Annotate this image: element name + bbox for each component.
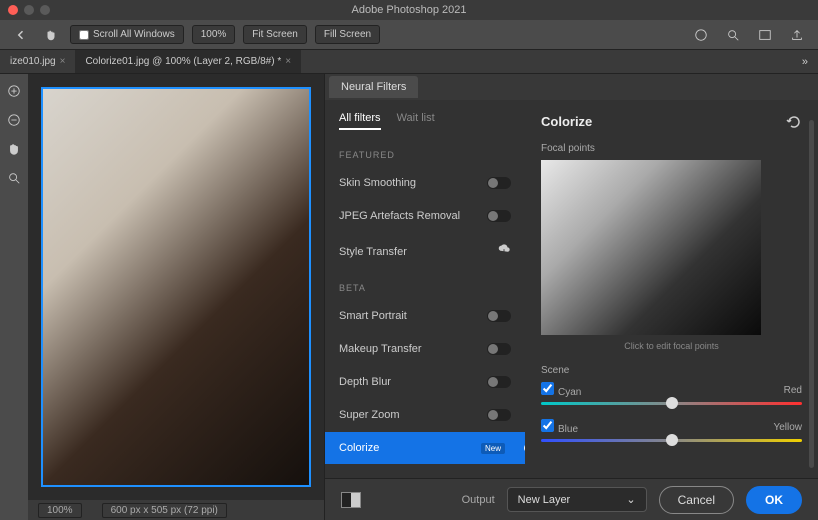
toggle-makeup[interactable] — [487, 343, 511, 355]
section-featured: FEATURED — [325, 138, 525, 166]
settings-heading: Colorize — [541, 114, 802, 129]
window-titlebar: Adobe Photoshop 2021 — [0, 0, 818, 20]
tab-overflow-icon[interactable]: » — [792, 56, 818, 68]
document-tabs: ize010.jpg× Colorize01.jpg @ 100% (Layer… — [0, 50, 818, 74]
canvas[interactable] — [28, 74, 324, 500]
blue-yellow-slider[interactable] — [541, 439, 802, 442]
new-badge: New — [481, 443, 505, 454]
cyan-red-slider[interactable] — [541, 402, 802, 405]
chevron-down-icon: ⌄ — [626, 493, 635, 506]
panel-footer: Output New Layer⌄ Cancel OK — [325, 478, 818, 520]
toggle-depth[interactable] — [487, 376, 511, 388]
panel-tabs: Neural Filters — [325, 74, 818, 100]
status-bar: 100% 600 px x 505 px (72 ppi) — [28, 500, 324, 520]
filter-style-transfer[interactable]: Style Transfer — [325, 233, 525, 270]
cyan-checkbox[interactable] — [541, 382, 554, 395]
status-zoom[interactable]: 100% — [38, 503, 82, 518]
scene-label: Scene — [541, 365, 802, 376]
document-image — [41, 87, 311, 487]
workspace-icon[interactable] — [754, 24, 776, 46]
tab-prev-doc[interactable]: ize010.jpg× — [0, 50, 75, 73]
options-bar: Scroll All Windows 100% Fit Screen Fill … — [0, 20, 818, 50]
zoom-out-icon[interactable] — [7, 113, 21, 132]
back-button[interactable] — [10, 24, 32, 46]
share-icon[interactable] — [786, 24, 808, 46]
before-after-icon[interactable] — [341, 492, 361, 508]
scroll-all-checkbox[interactable]: Scroll All Windows — [70, 25, 184, 44]
subtab-all-filters[interactable]: All filters — [339, 112, 381, 130]
cloud-account-icon[interactable] — [690, 24, 712, 46]
traffic-lights — [8, 5, 50, 15]
filter-makeup-transfer[interactable]: Makeup Transfer — [325, 333, 525, 365]
status-dimensions: 600 px x 505 px (72 ppi) — [102, 503, 227, 518]
filter-jpeg-artefacts[interactable]: JPEG Artefacts Removal — [325, 200, 525, 232]
filter-colorize[interactable]: ColorizeNew — [325, 432, 525, 464]
filter-settings: Colorize Focal points Click to edit foca… — [525, 100, 818, 478]
zoom-in-icon[interactable] — [7, 84, 21, 103]
hand-tool-icon[interactable] — [7, 142, 21, 161]
section-beta: BETA — [325, 271, 525, 299]
output-label: Output — [462, 494, 495, 506]
toggle-jpeg[interactable] — [487, 210, 511, 222]
filter-smart-portrait[interactable]: Smart Portrait — [325, 300, 525, 332]
output-select[interactable]: New Layer⌄ — [507, 487, 647, 512]
maximize-window-icon[interactable] — [40, 5, 50, 15]
download-icon[interactable] — [497, 243, 511, 260]
ok-button[interactable]: OK — [746, 486, 802, 514]
filter-list: All filters Wait list FEATURED Skin Smoo… — [325, 100, 525, 478]
zoom-level[interactable]: 100% — [192, 25, 236, 44]
filter-super-zoom[interactable]: Super Zoom — [325, 399, 525, 431]
cancel-button[interactable]: Cancel — [659, 486, 734, 514]
subtab-wait-list[interactable]: Wait list — [397, 112, 435, 130]
filter-skin-smoothing[interactable]: Skin Smoothing — [325, 167, 525, 199]
reset-icon[interactable] — [786, 114, 802, 135]
zoom-tool-icon[interactable] — [7, 171, 21, 190]
focal-caption: Click to edit focal points — [541, 341, 802, 351]
search-icon[interactable] — [722, 24, 744, 46]
focal-points-label: Focal points — [541, 143, 802, 154]
close-window-icon[interactable] — [8, 5, 18, 15]
minimize-window-icon[interactable] — [24, 5, 34, 15]
fit-screen-button[interactable]: Fit Screen — [243, 25, 307, 44]
toggle-zoom[interactable] — [487, 409, 511, 421]
toggle-smart[interactable] — [487, 310, 511, 322]
hand-tool-icon[interactable] — [40, 24, 62, 46]
close-tab-icon[interactable]: × — [60, 56, 66, 67]
filter-depth-blur[interactable]: Depth Blur — [325, 366, 525, 398]
close-tab-icon[interactable]: × — [285, 56, 291, 67]
toggle-skin[interactable] — [487, 177, 511, 189]
left-toolbar — [0, 74, 28, 520]
fill-screen-button[interactable]: Fill Screen — [315, 25, 380, 44]
focal-preview[interactable] — [541, 160, 761, 335]
tab-current-doc[interactable]: Colorize01.jpg @ 100% (Layer 2, RGB/8#) … — [75, 50, 301, 73]
blue-checkbox[interactable] — [541, 419, 554, 432]
panel-tab-neural[interactable]: Neural Filters — [329, 76, 418, 98]
scrollbar[interactable] — [809, 120, 814, 468]
app-title: Adobe Photoshop 2021 — [352, 4, 467, 16]
